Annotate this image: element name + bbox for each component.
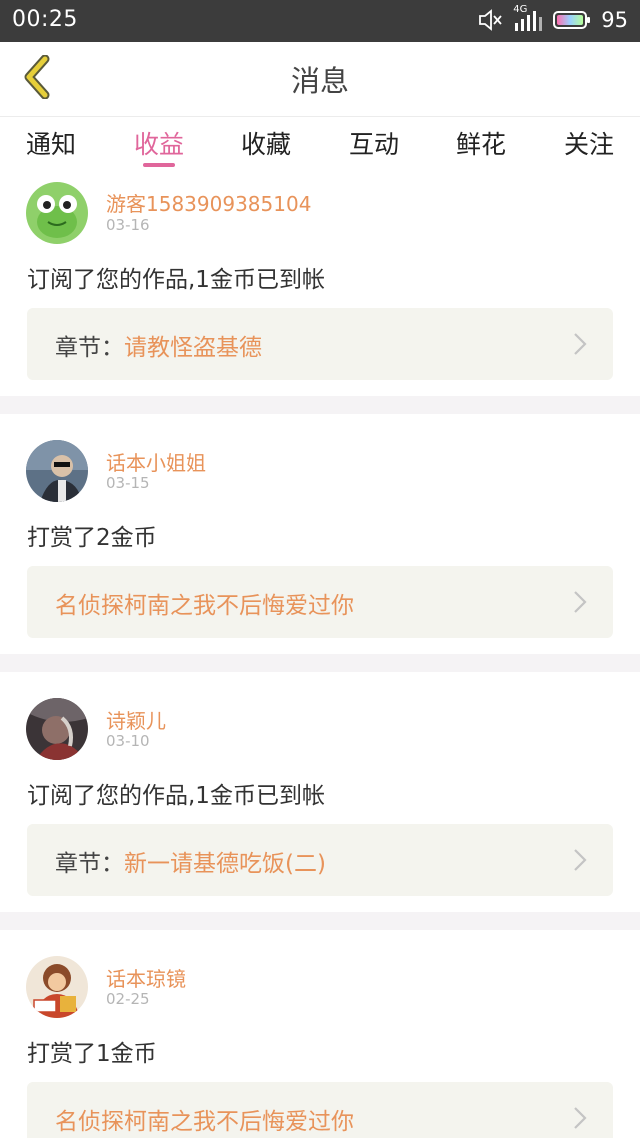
- reference-link[interactable]: 名侦探柯南之我不后悔爱过你: [27, 1082, 613, 1138]
- message-card: 话本琼镜 02-25 打赏了1金币 名侦探柯南之我不后悔爱过你: [0, 930, 640, 1138]
- avatar[interactable]: [26, 440, 88, 502]
- username[interactable]: 诗颖儿: [106, 705, 166, 734]
- message-text: 订阅了您的作品,1金币已到帐: [27, 267, 325, 293]
- username[interactable]: 游客1583909385104: [106, 188, 311, 217]
- chevron-right-icon: [573, 332, 587, 360]
- chevron-right-icon: [573, 590, 587, 618]
- tab-flowers[interactable]: 鲜花: [441, 125, 521, 169]
- chevron-right-icon: [573, 1106, 587, 1134]
- reference-title: 请教怪盗基德: [124, 335, 262, 361]
- message-card: 游客1583909385104 03-16 订阅了您的作品,1金币已到帐 章节：…: [0, 170, 640, 396]
- username[interactable]: 话本小姐姐: [106, 447, 206, 476]
- reference-title: 新一请基德吃饭(二): [124, 851, 326, 877]
- message-list: 游客1583909385104 03-16 订阅了您的作品,1金币已到帐 章节：…: [0, 170, 640, 1138]
- message-text: 打赏了1金币: [27, 1041, 157, 1067]
- divider: [0, 912, 640, 930]
- avatar[interactable]: [26, 698, 88, 760]
- message-date: 03-16: [106, 216, 150, 234]
- message-text: 打赏了2金币: [27, 525, 157, 551]
- header: 消息: [0, 42, 640, 116]
- tab-interactions[interactable]: 互动: [334, 125, 414, 169]
- tab-favorites[interactable]: 收藏: [226, 125, 306, 169]
- avatar[interactable]: [26, 956, 88, 1018]
- message-card: 诗颖儿 03-10 订阅了您的作品,1金币已到帐 章节：新一请基德吃饭(二): [0, 672, 640, 912]
- avatar[interactable]: [26, 182, 88, 244]
- message-card: 话本小姐姐 03-15 打赏了2金币 名侦探柯南之我不后悔爱过你: [0, 414, 640, 654]
- reference-prefix: 章节：: [55, 851, 124, 877]
- status-icons: 4G 95: [477, 4, 628, 34]
- page-title: 消息: [290, 64, 349, 98]
- divider: [0, 396, 640, 414]
- message-text: 订阅了您的作品,1金币已到帐: [27, 783, 325, 809]
- status-time: 00:25: [12, 7, 78, 32]
- divider: [0, 654, 640, 672]
- tab-bar: 通知 收益 收藏 互动 鲜花 关注: [0, 116, 640, 170]
- reference-title: 名侦探柯南之我不后悔爱过你: [55, 593, 354, 619]
- network-type: 4G: [513, 4, 528, 15]
- tab-notifications[interactable]: 通知: [11, 125, 91, 169]
- reference-link[interactable]: 章节：请教怪盗基德: [27, 308, 613, 380]
- username[interactable]: 话本琼镜: [106, 963, 186, 992]
- tab-following[interactable]: 关注: [549, 125, 629, 169]
- signal-icon: 4G: [513, 4, 543, 33]
- reference-prefix: 章节：: [55, 335, 124, 361]
- chevron-right-icon: [573, 848, 587, 876]
- reference-link[interactable]: 章节：新一请基德吃饭(二): [27, 824, 613, 896]
- battery-icon: [553, 10, 591, 30]
- message-date: 03-10: [106, 732, 150, 750]
- status-bar: 00:25 4G 95: [0, 0, 640, 42]
- battery-percent: 95: [601, 8, 628, 32]
- reference-title: 名侦探柯南之我不后悔爱过你: [55, 1109, 354, 1135]
- reference-link[interactable]: 名侦探柯南之我不后悔爱过你: [27, 566, 613, 638]
- tab-earnings[interactable]: 收益: [119, 125, 199, 169]
- mute-icon: [477, 8, 503, 32]
- message-date: 03-15: [106, 474, 150, 492]
- message-date: 02-25: [106, 990, 150, 1008]
